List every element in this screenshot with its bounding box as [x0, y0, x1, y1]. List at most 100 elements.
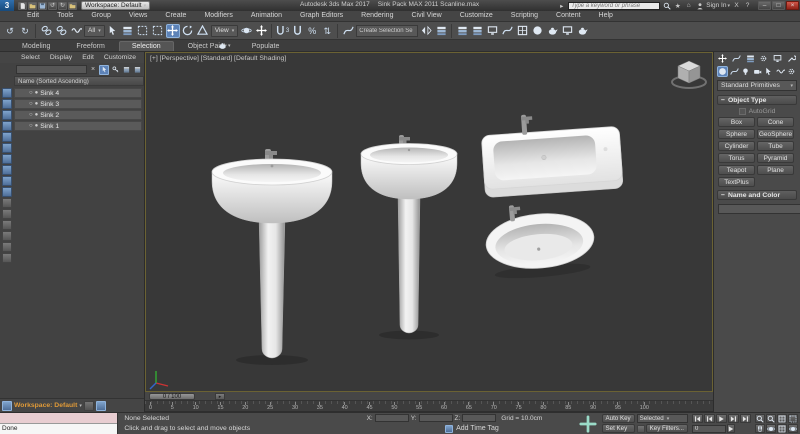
freeze-toggle-icon[interactable]: ●	[35, 112, 39, 118]
select-object-icon[interactable]	[106, 24, 120, 38]
ribbon-tab[interactable]: Populate	[240, 42, 292, 51]
primitive-button[interactable]: Cone	[757, 117, 794, 127]
z-coordinate-field[interactable]	[462, 414, 496, 422]
menu-item[interactable]: Animation	[242, 11, 291, 21]
primitive-button[interactable]: Torus	[718, 153, 755, 163]
y-coordinate-field[interactable]	[419, 414, 453, 422]
ribbon-tab[interactable]: Selection	[119, 41, 174, 51]
utilities-tab-icon[interactable]	[786, 53, 797, 64]
3ds-max-logo-icon[interactable]: 3	[0, 0, 14, 11]
toggle-layer-explorer-icon[interactable]	[470, 24, 484, 38]
user-icon[interactable]	[695, 2, 704, 10]
save-file-icon[interactable]	[38, 2, 47, 10]
explorer-filter-icon[interactable]	[2, 143, 12, 153]
explorer-filter-icon[interactable]	[2, 110, 12, 120]
explorer-filter-icon[interactable]	[2, 242, 12, 252]
render-setup-icon[interactable]	[545, 24, 559, 38]
menu-item[interactable]: Group	[82, 11, 119, 21]
key-filters-button[interactable]: Key Filters...	[646, 424, 688, 433]
helpers-category-icon[interactable]	[763, 66, 774, 77]
redo-icon[interactable]: ↻	[58, 2, 67, 10]
sink-3-object[interactable]	[480, 108, 623, 197]
rendered-frame-window-icon[interactable]	[560, 24, 574, 38]
open-file-icon[interactable]	[28, 2, 37, 10]
motion-tab-icon[interactable]	[758, 53, 769, 64]
previous-frame-button[interactable]	[704, 414, 715, 423]
field-of-view-icon[interactable]	[788, 424, 798, 433]
explorer-menu-item[interactable]: Edit	[77, 54, 99, 61]
object-category-dropdown[interactable]: Standard Primitives ▾	[717, 80, 797, 91]
explorer-filter-icon[interactable]	[2, 99, 12, 109]
undo-icon[interactable]: ↺	[48, 2, 57, 10]
selection-lock-toggle[interactable]	[577, 413, 599, 434]
chevron-down-icon[interactable]: ▾	[79, 403, 82, 409]
pick-parent-icon[interactable]	[121, 65, 131, 75]
close-button[interactable]: ×	[786, 1, 799, 10]
primitive-button[interactable]: Tube	[757, 141, 794, 151]
hide-toggle-icon[interactable]: ○	[29, 101, 33, 107]
time-slider-handle[interactable]: 0 / 100	[149, 393, 195, 400]
reference-coordinate-system-dropdown[interactable]: View ▾	[211, 25, 239, 37]
gear-icon[interactable]	[84, 401, 94, 411]
explorer-workspace-label[interactable]: Workspace: Default	[14, 402, 77, 409]
use-pivot-point-icon[interactable]	[239, 24, 253, 38]
explorer-object-row[interactable]: ○ ● Sink 3	[14, 99, 142, 109]
key-icon[interactable]	[637, 425, 645, 433]
schematic-view-icon[interactable]	[515, 24, 529, 38]
set-key-button[interactable]: Set Key	[602, 424, 635, 433]
primitive-button[interactable]: TextPlus	[718, 177, 755, 187]
search-toggle-icon[interactable]: ▸	[557, 2, 566, 10]
rectangular-selection-region-icon[interactable]	[136, 24, 150, 38]
select-and-manipulate-icon[interactable]	[254, 24, 268, 38]
explorer-filter-icon[interactable]	[2, 253, 12, 263]
menu-item[interactable]: Edit	[18, 11, 48, 21]
zoom-icon[interactable]	[755, 414, 765, 423]
explorer-filter-icon[interactable]	[2, 165, 12, 175]
explorer-filter-icon[interactable]	[2, 121, 12, 131]
unlink-selection-icon[interactable]	[54, 24, 68, 38]
new-scene-icon[interactable]	[18, 2, 27, 10]
curve-editor-icon[interactable]	[500, 24, 514, 38]
mirror-icon[interactable]	[419, 24, 433, 38]
home-icon[interactable]: ⌂	[684, 2, 693, 10]
time-tag-icon[interactable]	[445, 425, 453, 433]
minimize-button[interactable]: –	[758, 1, 771, 10]
menu-item[interactable]: Tools	[48, 11, 82, 21]
frame-spinner-up-icon[interactable]	[727, 424, 735, 433]
angle-snap-icon[interactable]	[290, 24, 304, 38]
selection-set-dropdown[interactable]: Selected ▾	[637, 414, 688, 423]
sign-in-button[interactable]: Sign In ▾	[706, 2, 730, 9]
project-folder-icon[interactable]	[68, 2, 77, 10]
explorer-filter-icon[interactable]	[2, 176, 12, 186]
explorer-menu-item[interactable]: Customize	[99, 54, 141, 61]
hierarchy-tab-icon[interactable]	[745, 53, 756, 64]
lights-category-icon[interactable]	[740, 66, 751, 77]
help-icon[interactable]: ?	[743, 2, 752, 10]
menu-item[interactable]: Content	[547, 11, 590, 21]
next-frame-button[interactable]	[728, 414, 739, 423]
viewport-label[interactable]: [+] [Perspective] [Standard] [Default Sh…	[150, 55, 286, 62]
ribbon-tab[interactable]: Freeform	[64, 42, 116, 51]
menu-item[interactable]: Graph Editors	[291, 11, 352, 21]
redo-icon[interactable]: ↻	[18, 24, 32, 38]
star-icon[interactable]: ★	[673, 2, 682, 10]
explorer-filter-icon[interactable]	[2, 154, 12, 164]
explorer-filter-icon[interactable]	[2, 198, 12, 208]
object-type-rollout-header[interactable]: − Object Type	[717, 95, 797, 105]
maxscript-mini-listener[interactable]: Done	[0, 413, 118, 434]
sink-1-object[interactable]	[212, 149, 332, 365]
zoom-extents-icon[interactable]	[777, 414, 787, 423]
current-frame-field[interactable]	[692, 425, 726, 433]
explorer-column-header[interactable]: Name (Sorted Ascending)	[14, 76, 144, 86]
freeze-toggle-icon[interactable]: ●	[35, 90, 39, 96]
listener-macro-row[interactable]	[0, 413, 117, 424]
menu-item[interactable]: Rendering	[352, 11, 402, 21]
track-bar[interactable]: 0510152025303540455055606570758085909510…	[145, 401, 713, 412]
ribbon-tab[interactable]: Modeling	[10, 42, 62, 51]
select-by-name-icon[interactable]	[121, 24, 135, 38]
select-and-move-icon[interactable]	[166, 24, 180, 38]
snaps-toggle-icon[interactable]: 3	[275, 24, 289, 38]
exchange-apps-icon[interactable]: X	[732, 2, 741, 10]
go-to-end-button[interactable]	[740, 414, 751, 423]
pan-view-icon[interactable]	[755, 424, 765, 433]
